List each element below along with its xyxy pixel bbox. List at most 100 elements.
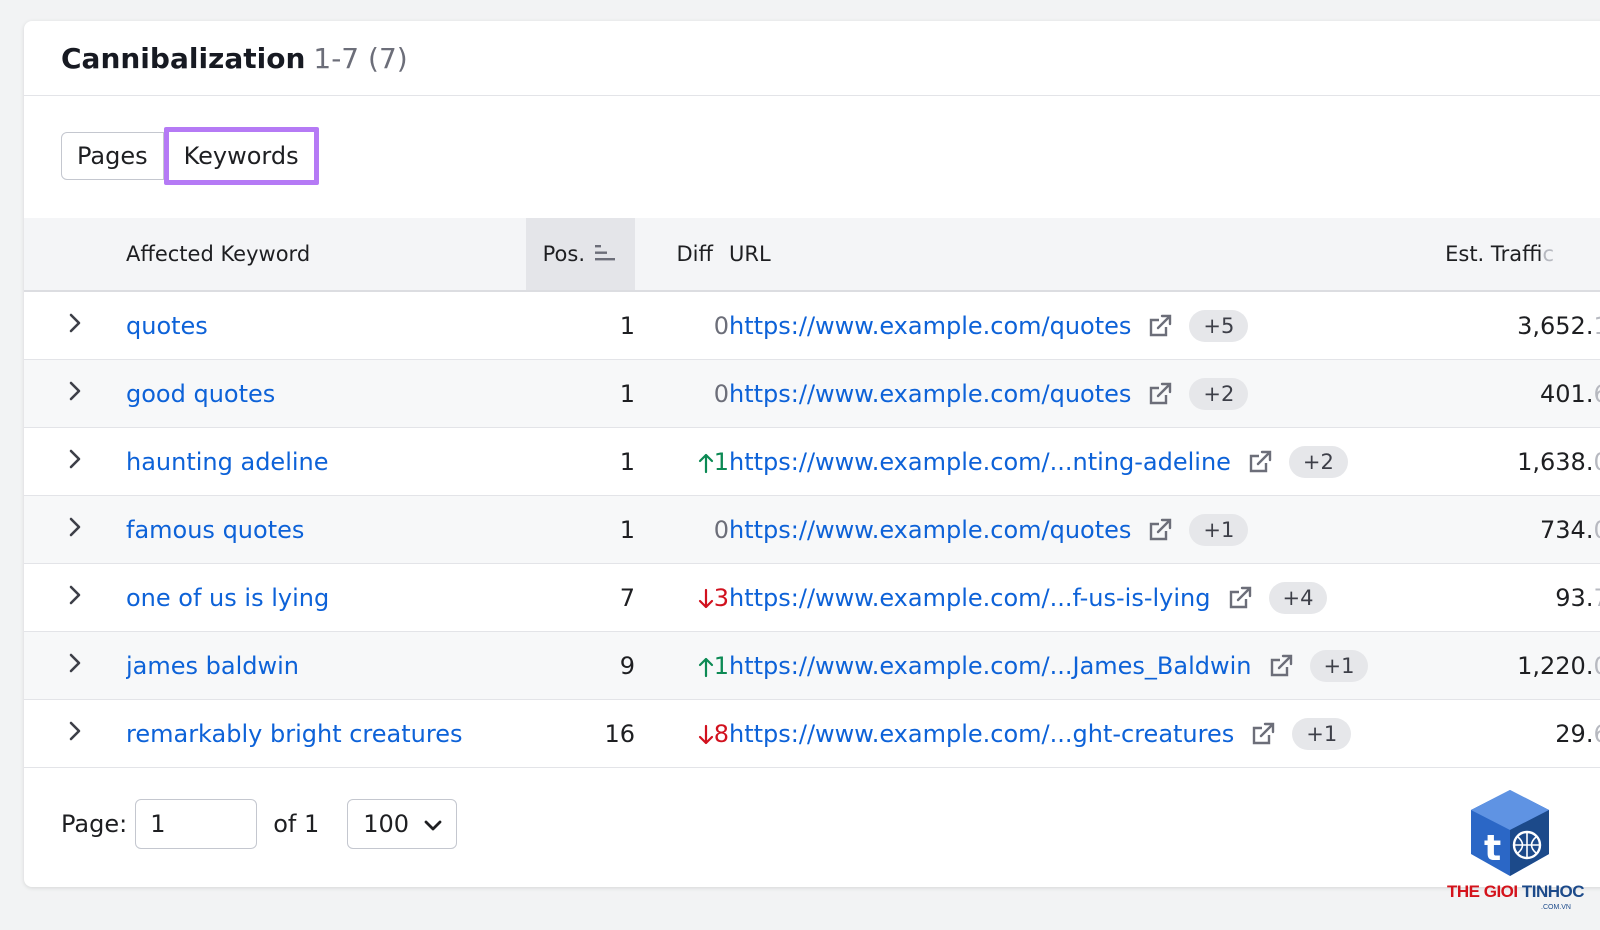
pos-cell: 1	[526, 291, 635, 360]
external-link-icon[interactable]	[1147, 517, 1173, 543]
url-link[interactable]: https://www.example.com/quotes	[729, 380, 1131, 408]
table-row: one of us is lying 7 3 https://www.example.…	[24, 563, 1600, 632]
affected-keyword-header[interactable]: Affected Keyword	[126, 218, 526, 292]
url-link[interactable]: https://www.example.com/...James_Baldwin	[729, 652, 1252, 680]
per-page-value: 100	[363, 810, 410, 838]
arrow-down-icon	[698, 584, 714, 612]
expand-row-button[interactable]	[24, 631, 126, 700]
more-urls-badge[interactable]: +5	[1189, 309, 1249, 342]
table-header-row: Affected Keyword Pos. Diff URL Est. Traf…	[24, 218, 1600, 292]
table-row: famous quotes 1 0 https://www.example.com/q…	[24, 495, 1600, 564]
more-urls-badge[interactable]: +1	[1309, 649, 1369, 682]
keyword-link[interactable]: james baldwin	[126, 652, 299, 680]
chevron-right-icon[interactable]	[68, 516, 82, 544]
keyword-cell: haunting adeline	[126, 427, 526, 496]
expand-row-button[interactable]	[24, 427, 126, 496]
chevron-right-icon[interactable]	[68, 312, 82, 340]
expand-row-button[interactable]	[24, 495, 126, 564]
url-header[interactable]: URL	[729, 218, 1424, 292]
expand-column-header	[24, 218, 126, 292]
pos-cell: 1	[526, 359, 635, 428]
keyword-link[interactable]: remarkably bright creatures	[126, 720, 462, 748]
watermark-text-red: THE GIOI	[1447, 882, 1518, 901]
url-link[interactable]: https://www.example.com/...nting-adeline	[729, 448, 1231, 476]
keyword-link[interactable]: one of us is lying	[126, 584, 329, 612]
chevron-right-icon[interactable]	[68, 652, 82, 680]
external-link-icon[interactable]	[1147, 313, 1173, 339]
external-link-icon[interactable]	[1247, 449, 1273, 475]
traffic-value: 734.	[1540, 515, 1594, 544]
sort-icon[interactable]	[595, 243, 617, 267]
diff-cell: 0	[635, 359, 729, 428]
per-page-select[interactable]: 100	[347, 799, 458, 849]
tab-pages[interactable]: Pages	[61, 132, 164, 180]
diff-cell: 3	[635, 563, 729, 632]
keyword-link[interactable]: haunting adeline	[126, 448, 329, 476]
external-link-icon[interactable]	[1147, 381, 1173, 407]
external-link-icon[interactable]	[1250, 721, 1276, 747]
more-urls-badge[interactable]: +2	[1288, 445, 1348, 478]
traffic-value-faded: 00	[1593, 448, 1600, 476]
external-link-icon[interactable]	[1227, 585, 1253, 611]
keyword-cell: quotes	[126, 291, 526, 360]
more-urls-badge[interactable]: +1	[1292, 717, 1352, 750]
est-traffic-header-faded: ic	[1542, 242, 1554, 266]
diff-value: 1	[713, 651, 729, 680]
arrow-down-icon	[698, 720, 714, 748]
url-header-label: URL	[729, 242, 771, 266]
keyword-cell: james baldwin	[126, 631, 526, 700]
chevron-right-icon[interactable]	[68, 448, 82, 476]
result-count: 1-7 (7)	[313, 41, 408, 75]
page-title: Cannibalization	[61, 41, 306, 75]
watermark-subtext: .COM.VN	[1541, 904, 1571, 911]
pos-header[interactable]: Pos.	[526, 218, 635, 292]
keyword-link[interactable]: quotes	[126, 312, 208, 340]
expand-row-button[interactable]	[24, 359, 126, 428]
tab-keywords[interactable]: Keywords	[163, 127, 319, 185]
traffic-value: 29.	[1555, 719, 1594, 748]
watermark-text: THE GIOI TINHOC	[1447, 882, 1585, 902]
table-row: remarkably bright creatures 16 8 https://ww…	[24, 699, 1600, 768]
url-link[interactable]: https://www.example.com/quotes	[729, 312, 1131, 340]
diff-value: 8	[713, 719, 729, 748]
watermark-logo: t THE GIOI TINHOC .COM.VN	[1447, 788, 1585, 918]
more-urls-badge[interactable]: +1	[1189, 513, 1249, 546]
affected-keyword-header-label: Affected Keyword	[126, 242, 311, 266]
traffic-value-faded: 73	[1593, 584, 1600, 612]
page-number-input[interactable]	[135, 799, 258, 849]
chevron-right-icon[interactable]	[68, 380, 82, 408]
traffic-value-faded: 07	[1593, 516, 1600, 544]
url-link[interactable]: https://www.example.com/...ght-creatures	[729, 720, 1234, 748]
expand-row-button[interactable]	[24, 291, 126, 360]
est-traffic-cell: 401.61	[1424, 359, 1600, 428]
url-cell: https://www.example.com/...nting-adeline…	[729, 427, 1424, 496]
external-link-icon[interactable]	[1268, 653, 1294, 679]
cannibalization-card: Cannibalization 1-7 (7) Pages Keywords A…	[24, 21, 1600, 887]
est-traffic-cell: 734.07	[1424, 495, 1600, 564]
diff-cell: 1	[635, 427, 729, 496]
expand-row-button[interactable]	[24, 699, 126, 768]
chevron-right-icon[interactable]	[68, 720, 82, 748]
more-urls-badge[interactable]: +4	[1268, 581, 1328, 614]
url-cell: https://www.example.com/quotes +1	[729, 495, 1424, 564]
logo-cube-icon: t	[1471, 790, 1549, 876]
expand-row-button[interactable]	[24, 563, 126, 632]
page-label: Page:	[61, 810, 128, 838]
diff-header[interactable]: Diff	[635, 218, 729, 292]
est-traffic-header[interactable]: Est. Traffic	[1424, 218, 1600, 292]
url-link[interactable]: https://www.example.com/...f-us-is-lying	[729, 584, 1211, 612]
chevron-right-icon[interactable]	[68, 584, 82, 612]
pos-cell: 1	[526, 427, 635, 496]
keyword-cell: good quotes	[126, 359, 526, 428]
keyword-link[interactable]: good quotes	[126, 380, 275, 408]
keyword-cell: famous quotes	[126, 495, 526, 564]
more-urls-badge[interactable]: +2	[1189, 377, 1249, 410]
pos-cell: 16	[526, 699, 635, 768]
diff-value: 0	[713, 379, 729, 408]
url-link[interactable]: https://www.example.com/quotes	[729, 516, 1131, 544]
diff-cell: 0	[635, 291, 729, 360]
est-traffic-cell: 1,220.00	[1424, 631, 1600, 700]
page-total: of 1	[273, 810, 320, 838]
est-traffic-cell: 3,652.13	[1424, 291, 1600, 360]
keyword-link[interactable]: famous quotes	[126, 516, 304, 544]
